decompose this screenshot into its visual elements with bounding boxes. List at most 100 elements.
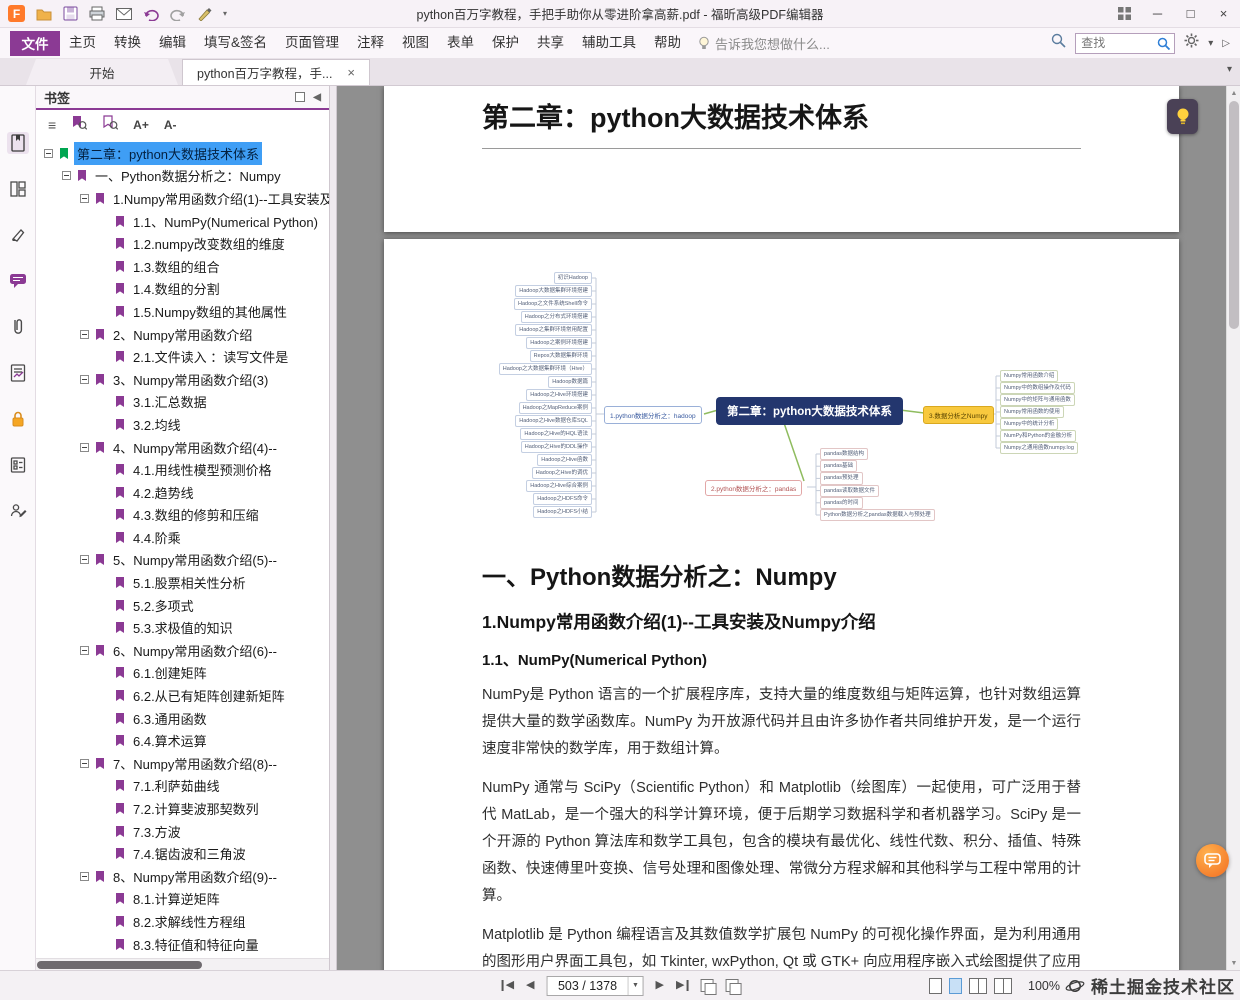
- highlighter-icon[interactable]: [7, 224, 29, 246]
- menu-tab[interactable]: 共享: [528, 28, 573, 58]
- scroll-down-icon[interactable]: ▼: [1227, 956, 1240, 970]
- bookmark-item[interactable]: 4、Numpy常用函数介绍(4)--: [36, 436, 329, 459]
- menu-tab[interactable]: 编辑: [150, 28, 195, 58]
- digital-signature-icon[interactable]: [7, 362, 29, 384]
- page-thumbnails-icon[interactable]: [7, 178, 29, 200]
- bookmark-item[interactable]: 5.1.股票相关性分析: [36, 571, 329, 594]
- tabbar-collapse-icon[interactable]: ▾: [1227, 64, 1232, 75]
- bookmark-item[interactable]: 5、Numpy常用函数介绍(5)--: [36, 549, 329, 572]
- bookmark-item[interactable]: 4.1.用线性模型预测价格: [36, 458, 329, 481]
- last-page-button[interactable]: ▶: [676, 980, 689, 991]
- bookmark-item[interactable]: 4.3.数组的修剪和压缩: [36, 504, 329, 527]
- bookmark-item[interactable]: 6.3.通用函数: [36, 707, 329, 730]
- menu-tab[interactable]: 帮助: [645, 28, 690, 58]
- bookmark-item[interactable]: 8.2.求解线性方程组: [36, 910, 329, 933]
- vertical-scrollbar[interactable]: ▲ ▼: [1226, 86, 1240, 970]
- bookmark-item[interactable]: 3、Numpy常用函数介绍(3): [36, 368, 329, 391]
- bookmark-item[interactable]: 3.1.汇总数据: [36, 391, 329, 414]
- close-button[interactable]: ×: [1207, 0, 1240, 27]
- mail-icon[interactable]: [116, 7, 132, 20]
- menu-tab[interactable]: 视图: [393, 28, 438, 58]
- menu-tab[interactable]: 表单: [438, 28, 483, 58]
- bookmark-item[interactable]: 4.4.阶乘: [36, 526, 329, 549]
- bookmark-item[interactable]: 7.2.计算斐波那契数列: [36, 797, 329, 820]
- page-dropdown-icon[interactable]: ▼: [627, 976, 643, 995]
- find-bookmark-icon[interactable]: [102, 115, 119, 135]
- open-icon[interactable]: [36, 7, 52, 21]
- bookmark-item[interactable]: 1.2.numpy改变数组的维度: [36, 232, 329, 255]
- tree-expander-icon[interactable]: [44, 148, 53, 158]
- panel-splitter[interactable]: [330, 86, 337, 970]
- tell-me-box[interactable]: 告诉我您想做什么...: [698, 34, 830, 53]
- signature-icon[interactable]: [7, 500, 29, 522]
- tree-expander-icon[interactable]: [62, 171, 71, 181]
- bookmark-item[interactable]: 3.2.均线: [36, 413, 329, 436]
- view-facing-continuous-icon[interactable]: [994, 977, 1013, 994]
- layout-grid-icon[interactable]: [1108, 0, 1141, 27]
- maximize-button[interactable]: □: [1174, 0, 1207, 27]
- bookmark-item[interactable]: 1.1、NumPy(Numerical Python): [36, 210, 329, 233]
- font-increase-button[interactable]: A+: [133, 118, 149, 132]
- tab-close-icon[interactable]: ×: [347, 65, 355, 80]
- search-plus-icon[interactable]: [1051, 33, 1066, 53]
- security-lock-icon[interactable]: [7, 408, 29, 430]
- bookmark-item[interactable]: 8.1.计算逆矩阵: [36, 888, 329, 911]
- bookmark-options-icon[interactable]: ≡: [48, 117, 56, 133]
- bookmark-item[interactable]: 1.3.数组的组合: [36, 255, 329, 278]
- bookmark-item[interactable]: 7.3.方波: [36, 820, 329, 843]
- save-icon[interactable]: [63, 6, 78, 21]
- tree-expander-icon[interactable]: [80, 374, 89, 384]
- bookmark-item[interactable]: 5.2.多项式: [36, 594, 329, 617]
- ribbon-options-dropdown-icon[interactable]: ▾: [1208, 38, 1213, 49]
- hint-bulb-button[interactable]: [1167, 99, 1198, 134]
- menu-tab[interactable]: 辅助工具: [573, 28, 645, 58]
- tree-expander-icon[interactable]: [80, 442, 89, 452]
- bookmark-item[interactable]: 4.2.趋势线: [36, 481, 329, 504]
- menu-tab[interactable]: 注释: [348, 28, 393, 58]
- print-icon[interactable]: [89, 6, 105, 21]
- form-fields-icon[interactable]: [7, 454, 29, 476]
- tree-expander-icon[interactable]: [80, 758, 89, 768]
- tree-expander-icon[interactable]: [80, 871, 89, 881]
- qat-customize-icon[interactable]: ▾: [223, 9, 227, 18]
- stamp-pen-icon[interactable]: [197, 6, 212, 21]
- file-menu-tab[interactable]: 文件: [10, 30, 60, 56]
- tab-document[interactable]: python百万字教程，手... ×: [182, 59, 370, 85]
- find-input[interactable]: [1076, 36, 1153, 50]
- panel-collapse-icon[interactable]: ◀: [313, 92, 321, 103]
- bookmark-item[interactable]: 7.4.锯齿波和三角波: [36, 842, 329, 865]
- view-facing-icon[interactable]: [969, 977, 988, 994]
- first-page-button[interactable]: ◀: [501, 980, 514, 991]
- bookmark-item[interactable]: 2.1.文件读入 ：读写文件是: [36, 345, 329, 368]
- comments-icon[interactable]: [7, 270, 29, 292]
- document-viewport[interactable]: 第二章：python大数据技术体系 初识Hadoop Hadoop大数据集群环境搭…: [337, 86, 1226, 970]
- community-float-button[interactable]: [1196, 844, 1229, 877]
- view-single-page-icon[interactable]: [929, 977, 943, 994]
- bookmark-item[interactable]: 2、Numpy常用函数介绍: [36, 323, 329, 346]
- tree-expander-icon[interactable]: [80, 329, 89, 339]
- bookmark-item[interactable]: 6.4.算术运算: [36, 729, 329, 752]
- bookmark-item[interactable]: 1.4.数组的分割: [36, 278, 329, 301]
- menu-tab[interactable]: 填写&签名: [195, 28, 276, 58]
- new-tab-icon[interactable]: [700, 979, 717, 995]
- gear-icon[interactable]: [1184, 33, 1199, 53]
- bookmark-item[interactable]: 8.3.特征值和特征向量: [36, 933, 329, 956]
- undo-icon[interactable]: [143, 7, 159, 21]
- scrollbar-thumb[interactable]: [1229, 101, 1239, 329]
- snapshot-icon[interactable]: [725, 979, 742, 995]
- panel-options-icon[interactable]: [295, 92, 306, 102]
- scrollbar-thumb[interactable]: [37, 961, 202, 969]
- bookmark-item[interactable]: 6、Numpy常用函数介绍(6)--: [36, 639, 329, 662]
- font-decrease-button[interactable]: A-: [164, 118, 177, 132]
- scroll-up-icon[interactable]: ▲: [1227, 86, 1240, 100]
- bookmark-item[interactable]: 6.1.创建矩阵: [36, 662, 329, 685]
- next-page-button[interactable]: ▶: [656, 980, 664, 991]
- menu-tab[interactable]: 保护: [483, 28, 528, 58]
- tree-expander-icon[interactable]: [80, 645, 89, 655]
- attachments-icon[interactable]: [7, 316, 29, 338]
- minimize-button[interactable]: ─: [1141, 0, 1174, 27]
- bookmarks-horizontal-scrollbar[interactable]: [36, 958, 329, 970]
- view-continuous-icon[interactable]: [949, 977, 963, 994]
- menu-tab[interactable]: 页面管理: [276, 28, 348, 58]
- bookmark-item[interactable]: 5.3.求极值的知识: [36, 616, 329, 639]
